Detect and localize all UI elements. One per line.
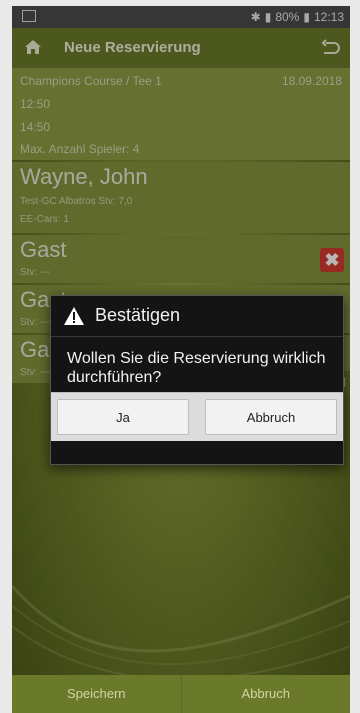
cancel-button[interactable]: Abbruch bbox=[181, 675, 350, 713]
dialog-header: Bestätigen bbox=[51, 296, 343, 337]
dialog-title: Bestätigen bbox=[95, 305, 181, 325]
dialog-buttons: Ja Abbruch bbox=[51, 392, 343, 441]
confirm-cancel-button[interactable]: Abbruch bbox=[205, 399, 337, 435]
dialog-message: Wollen Sie die Reservierung wirklich dur… bbox=[67, 350, 326, 386]
warning-icon bbox=[64, 307, 84, 325]
confirm-yes-button[interactable]: Ja bbox=[57, 399, 189, 435]
bottom-bar: Speichern Abbruch bbox=[12, 675, 350, 713]
app-screen: ✱ ▮ 80% ▮ 12:13 Neue Reservierung Champi… bbox=[12, 6, 350, 713]
confirm-dialog: Bestätigen Wollen Sie die Reservierung w… bbox=[50, 295, 344, 465]
save-button[interactable]: Speichern bbox=[12, 675, 182, 713]
